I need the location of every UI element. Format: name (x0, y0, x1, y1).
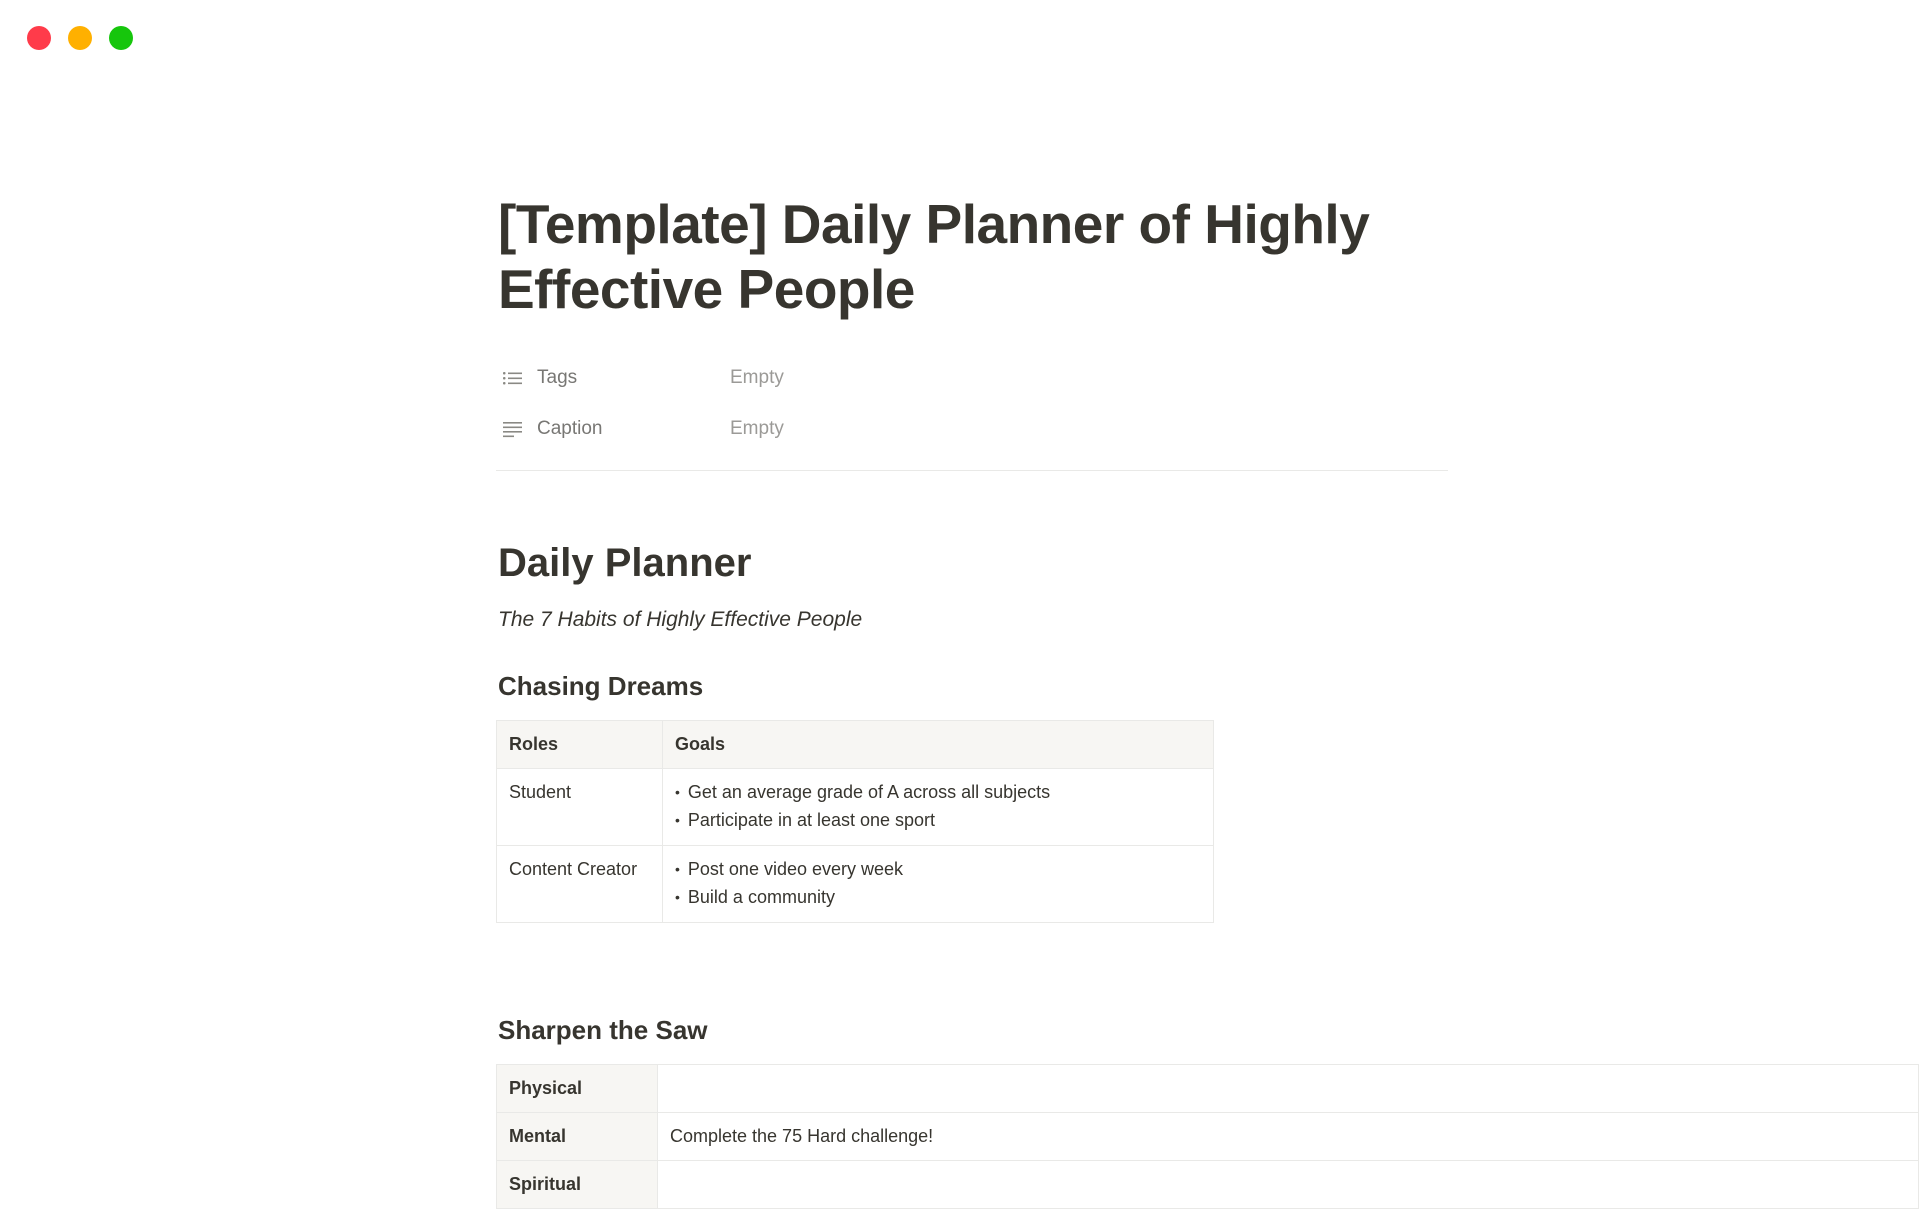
text-lines-icon (502, 419, 524, 439)
sharpen-the-saw-table: Physical Mental Complete the 75 Hard cha… (496, 1064, 1919, 1209)
row-label[interactable]: Mental (496, 1112, 658, 1161)
window-controls (27, 26, 133, 50)
row-value[interactable]: Complete the 75 Hard challenge! (657, 1112, 1919, 1161)
goal-item: Participate in at least one sport (675, 807, 1201, 835)
heading-sharpen-the-saw[interactable]: Sharpen the Saw (498, 1012, 708, 1048)
page-properties: Tags Empty Caption Empty (498, 352, 1454, 454)
minimize-window-button[interactable] (68, 26, 92, 50)
table-header-row: Roles Goals (496, 720, 1214, 769)
goal-item: Post one video every week (675, 856, 1201, 884)
heading-daily-planner[interactable]: Daily Planner (498, 535, 751, 591)
goal-item: Get an average grade of A across all sub… (675, 779, 1201, 807)
goals-cell[interactable]: Post one video every week Build a commun… (662, 845, 1214, 923)
property-name: Caption (537, 417, 603, 439)
row-value[interactable] (657, 1064, 1919, 1113)
column-header[interactable]: Roles (496, 720, 663, 769)
table-row: Spiritual (496, 1160, 1919, 1209)
property-name: Tags (537, 366, 578, 388)
table-row: Student Get an average grade of A across… (496, 768, 1214, 846)
column-header[interactable]: Goals (662, 720, 1214, 769)
table-row: Physical (496, 1064, 1919, 1113)
table-row: Mental Complete the 75 Hard challenge! (496, 1112, 1919, 1161)
chasing-dreams-table: Roles Goals Student Get an average grade… (496, 720, 1214, 923)
property-value[interactable]: Empty (730, 367, 784, 389)
divider (496, 470, 1448, 471)
property-tags[interactable]: Tags Empty (498, 352, 1454, 403)
zoom-window-button[interactable] (109, 26, 133, 50)
role-cell[interactable]: Content Creator (496, 845, 663, 923)
close-window-button[interactable] (27, 26, 51, 50)
page-title[interactable]: [Template] Daily Planner of Highly Effec… (498, 192, 1398, 322)
subtitle[interactable]: The 7 Habits of Highly Effective People (498, 604, 862, 636)
row-label[interactable]: Spiritual (496, 1160, 658, 1209)
role-cell[interactable]: Student (496, 768, 663, 846)
goal-item: Build a community (675, 884, 1201, 912)
table-row: Content Creator Post one video every wee… (496, 845, 1214, 923)
row-label[interactable]: Physical (496, 1064, 658, 1113)
heading-chasing-dreams[interactable]: Chasing Dreams (498, 668, 703, 704)
list-icon (502, 368, 524, 388)
property-caption[interactable]: Caption Empty (498, 403, 1454, 454)
row-value[interactable] (657, 1160, 1919, 1209)
goals-cell[interactable]: Get an average grade of A across all sub… (662, 768, 1214, 846)
property-value[interactable]: Empty (730, 418, 784, 440)
